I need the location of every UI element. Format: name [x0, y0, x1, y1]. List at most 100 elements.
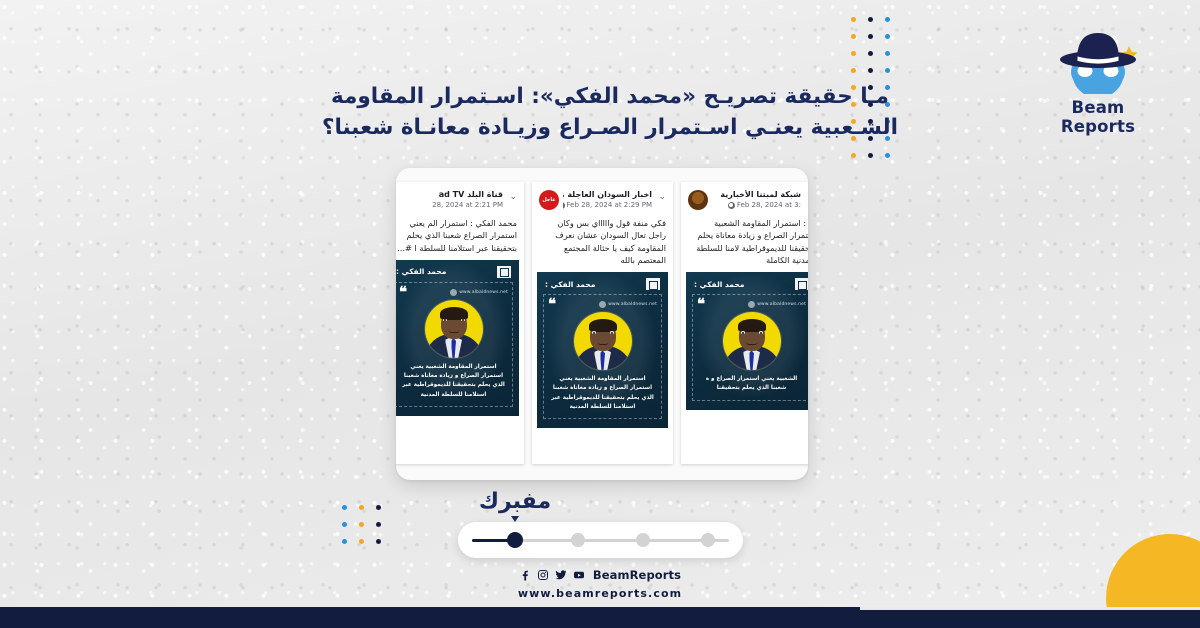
post-page-name: قناة البلد ad TV	[438, 190, 503, 199]
source-url-text: www.albaldnews.net	[757, 302, 806, 308]
quote-graphic-header: محمد الفكي :	[692, 277, 808, 294]
facebook-icon[interactable]	[519, 569, 531, 581]
decorative-dot	[868, 51, 873, 56]
decorative-dot	[376, 522, 381, 527]
facebook-post-screenshot: ⌄ شبكة لمبتنا الأخبارية Feb 28, 2024 at …	[681, 182, 808, 464]
decorative-dot	[851, 51, 856, 56]
verdict-label: مفبرك	[478, 489, 552, 514]
verdict-scale-slider[interactable]	[458, 522, 743, 558]
decorative-dot	[342, 505, 347, 510]
globe-icon	[599, 301, 607, 309]
post-body-text: محمد الفكي : استمرار الم يعني استمرار ال…	[397, 218, 517, 253]
bottom-bar	[0, 607, 1200, 628]
decorative-dot	[851, 68, 856, 73]
globe-icon	[727, 201, 735, 209]
globe-icon	[450, 288, 458, 296]
chevron-down-icon: ⌄	[805, 190, 808, 202]
quote-frame-header: www.albaldnews.net ❝	[697, 295, 806, 314]
brand-logo: Beam Reports	[1032, 22, 1164, 136]
quote-text: استمرار المقاومة الشعبية يعني استمرار ال…	[402, 363, 505, 398]
twitter-icon[interactable]	[555, 569, 567, 581]
quote-frame-header: www.albaldnews.net ❝	[399, 282, 508, 301]
screenshot-strip: ⌄ قناة البلد ad TV 28, 2024 at 2:21 PM م…	[396, 182, 808, 464]
decorative-dot	[885, 68, 890, 73]
post-timestamp-text: Feb 28, 2024 at 2:29 PM	[566, 201, 652, 209]
source-url-text: www.albaldnews.net	[608, 302, 657, 308]
decorative-dot	[885, 34, 890, 39]
globe-icon	[748, 301, 756, 309]
decorative-dot	[359, 539, 364, 544]
source-url-text: www.albaldnews.net	[459, 289, 508, 295]
slider-step-0[interactable]	[507, 532, 523, 548]
footer-handle[interactable]: BeamReports	[593, 568, 681, 582]
page-title: مـا حقيقة تصريـح «محمد الفكي»: اسـتمرار …	[321, 84, 899, 140]
breaking-news-badge: عاجل الآن	[542, 197, 556, 203]
beam-reports-detective-logo	[1060, 33, 1138, 94]
decorative-dot-grid-bottom	[342, 505, 393, 556]
quote-frame-header: www.albaldnews.net ❝	[548, 295, 657, 314]
post-timestamp: Feb 28, 2024 at 2:29 PM	[563, 201, 652, 209]
speaker-portrait	[722, 312, 781, 371]
post-timestamp: 28, 2024 at 2:21 PM	[414, 201, 503, 209]
post-header: ⌄ قناة البلد ad TV 28, 2024 at 2:21 PM	[396, 182, 524, 212]
decorative-dot	[851, 17, 856, 22]
post-header: ⌄ اخبار السودان العاجلة من... Feb 28, 20…	[532, 182, 673, 212]
post-page-name: اخبار السودان العاجلة من...	[563, 190, 652, 199]
brand-name: Beam Reports	[1060, 98, 1136, 136]
quote-graphic: محمد الفكي : www.albaldnews.net ❝	[396, 260, 519, 416]
source-url: www.albaldnews.net	[450, 288, 508, 296]
post-timestamp-text: 28, 2024 at 2:21 PM	[432, 201, 503, 209]
decorative-dot	[868, 68, 873, 73]
chevron-down-icon: ⌄	[658, 192, 666, 202]
speaker-portrait	[424, 299, 483, 358]
decorative-dot	[376, 539, 381, 544]
quote-text: استمرار المقاومة الشعبية يعني استمرار ال…	[551, 376, 654, 410]
post-header: ⌄ شبكة لمبتنا الأخبارية Feb 28, 2024 at …	[681, 182, 808, 212]
quote-frame: www.albaldnews.net ❝	[692, 294, 808, 401]
poster-canvas: مـا حقيقة تصريـح «محمد الفكي»: اسـتمرار …	[0, 0, 1200, 628]
globe-icon	[563, 201, 565, 209]
slider-step-2[interactable]	[636, 533, 650, 547]
speaker-portrait	[573, 312, 632, 371]
page-avatar	[396, 190, 410, 210]
facebook-post-screenshot: ⌄ اخبار السودان العاجلة من... Feb 28, 20…	[532, 182, 673, 464]
decorative-dot	[868, 34, 873, 39]
chevron-down-icon: ⌄	[509, 192, 517, 202]
quote-mark-icon: ❝	[697, 295, 706, 314]
quote-graphic-header: محمد الفكي :	[396, 265, 513, 282]
youtube-icon[interactable]	[573, 569, 585, 581]
post-meta: شبكة لمبتنا الأخبارية Feb 28, 2024 at 3:	[712, 190, 801, 209]
footer-website[interactable]: www.beamreports.com	[0, 587, 1200, 600]
portrait-container	[399, 299, 508, 358]
source-url: www.albaldnews.net	[748, 301, 806, 309]
quote-speaker-label: محمد الفكي :	[396, 267, 447, 277]
evidence-screenshots-card: ⌄ قناة البلد ad TV 28, 2024 at 2:21 PM م…	[396, 168, 808, 480]
source-url: www.albaldnews.net	[599, 301, 657, 309]
decorative-dot	[868, 153, 873, 158]
quote-graphic: محمد الفكي : www.albaldnews.net ❝	[537, 272, 668, 428]
decorative-dot	[851, 153, 856, 158]
quote-text: الشعبية يعني استمرار الصراع و ة شعبنا ال…	[705, 376, 798, 392]
slider-step-1[interactable]	[571, 533, 585, 547]
post-page-name: شبكة لمبتنا الأخبارية	[720, 190, 801, 199]
decorative-dot	[868, 17, 873, 22]
decorative-dot	[885, 51, 890, 56]
instagram-icon[interactable]	[537, 569, 549, 581]
decorative-dot	[376, 505, 381, 510]
quote-frame: www.albaldnews.net ❝	[543, 294, 662, 420]
quote-mark-icon: ❝	[399, 282, 408, 301]
quote-speaker-label: محمد الفكي :	[694, 279, 745, 289]
post-meta: اخبار السودان العاجلة من... Feb 28, 2024…	[563, 190, 652, 209]
verdict-pointer-icon	[511, 516, 519, 522]
post-meta: قناة البلد ad TV 28, 2024 at 2:21 PM	[414, 190, 503, 209]
quote-mark-icon: ❝	[548, 295, 557, 314]
slider-step-3[interactable]	[701, 533, 715, 547]
decorative-dot	[851, 34, 856, 39]
portrait-container	[697, 312, 806, 371]
news-outlet-logo-icon	[795, 278, 808, 291]
decorative-dot	[342, 539, 347, 544]
portrait-container	[548, 312, 657, 371]
decorative-dot	[885, 17, 890, 22]
decorative-dot	[359, 505, 364, 510]
footer-social-row: BeamReports	[0, 568, 1200, 582]
